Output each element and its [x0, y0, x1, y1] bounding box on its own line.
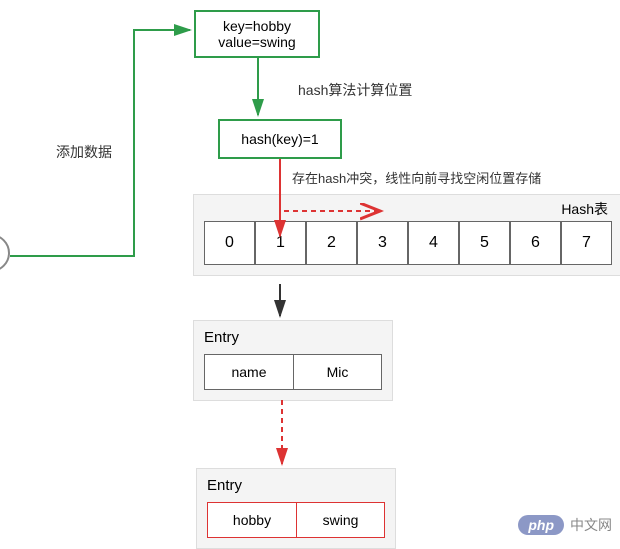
cell-4: 4 [408, 221, 459, 265]
entry-box-2: Entry hobby swing [196, 468, 396, 549]
kv-box: key=hobby value=swing [194, 10, 320, 58]
cell-1: 1 [255, 221, 306, 265]
entry1-cells: name Mic [204, 354, 382, 390]
entry2-title: Entry [207, 477, 385, 494]
watermark: php 中文网 [518, 515, 612, 535]
kv-line1: key=hobby [223, 18, 291, 34]
cell-5: 5 [459, 221, 510, 265]
cell-7: 7 [561, 221, 612, 265]
entry2-cells: hobby swing [207, 502, 385, 538]
hash-cells-row: 0 1 2 3 4 5 6 7 [204, 221, 614, 265]
hash-box: hash(key)=1 [218, 119, 342, 159]
decorative-shape [0, 226, 18, 280]
cell-2: 2 [306, 221, 357, 265]
hash-algo-label: hash算法计算位置 [298, 80, 412, 100]
add-data-label: 添加数据 [56, 142, 112, 162]
cell-3: 3 [357, 221, 408, 265]
hash-table-label: Hash表 [561, 199, 608, 219]
hash-text: hash(key)=1 [241, 131, 318, 147]
entry1-value: Mic [294, 354, 382, 390]
entry1-key: name [204, 354, 294, 390]
cell-0: 0 [204, 221, 255, 265]
hash-conflict-label: 存在hash冲突，线性向前寻找空闲位置存储 [292, 168, 541, 187]
hash-table: Hash表 0 1 2 3 4 5 6 7 [193, 194, 620, 276]
php-badge: php [518, 515, 564, 535]
cell-6: 6 [510, 221, 561, 265]
watermark-text: 中文网 [570, 515, 612, 535]
entry2-value: swing [297, 502, 385, 538]
kv-line2: value=swing [218, 34, 295, 50]
entry-box-1: Entry name Mic [193, 320, 393, 401]
entry1-title: Entry [204, 329, 382, 346]
entry2-key: hobby [207, 502, 297, 538]
